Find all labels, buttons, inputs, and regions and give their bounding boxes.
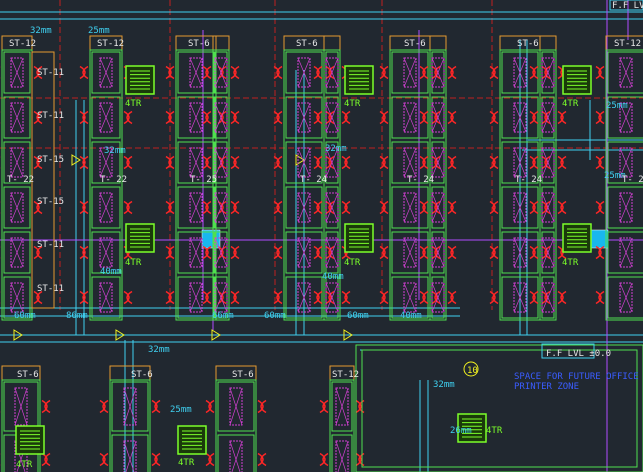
circle-tag-text: 10	[467, 366, 478, 376]
ac-tag: 4TR	[344, 99, 361, 109]
block-tag: ST-12	[9, 39, 36, 49]
duct-size-label: 60mm	[347, 311, 369, 321]
duct-size-label: 86mm	[66, 311, 88, 321]
table-tag: T- 22	[7, 175, 34, 185]
duct-size-label: 66mm	[212, 311, 234, 321]
hvac-floor-plan: 32mm 25mm 32mm 40mm 32mm 40mm 60mm 86mm …	[0, 0, 643, 472]
table-tag: T- 24	[407, 175, 434, 185]
diffuser-icon	[589, 229, 609, 249]
ac-tag: 4TR	[344, 258, 361, 268]
block-tag: ST-6	[296, 39, 318, 49]
duct-size-label: 32mm	[325, 144, 347, 154]
duct-size-label: 25mm	[170, 405, 192, 415]
duct-size-label: 40mm	[100, 267, 122, 277]
duct-size-label: 60mm	[14, 311, 36, 321]
duct-size-label: 32mm	[30, 26, 52, 36]
table-tag: T- 24	[300, 175, 327, 185]
duct-size-label: 32mm	[433, 380, 455, 390]
room-note: PRINTER ZONE	[514, 382, 579, 392]
ac-unit-icon	[562, 223, 592, 253]
ac-unit-icon	[125, 65, 155, 95]
ac-unit-icon	[344, 65, 374, 95]
room-note: SPACE FOR FUTURE OFFICE	[514, 372, 639, 382]
block-tag: ST-6	[17, 370, 39, 380]
block-tag: ST-6	[517, 39, 539, 49]
block-tag: ST-6	[188, 39, 210, 49]
ac-frame	[344, 65, 374, 95]
ac-tag: 4TR	[562, 258, 579, 268]
ac-frame	[125, 223, 155, 253]
block-tag: ST-6	[131, 370, 153, 380]
side-tag: ST-11	[37, 68, 64, 78]
ac-tag: 4TR	[125, 258, 142, 268]
block-tag: ST-6	[404, 39, 426, 49]
duct-size-label: 60mm	[264, 311, 286, 321]
duct-size-label: 25mm	[606, 101, 628, 111]
duct-size-label: 32mm	[148, 345, 170, 355]
side-tag: ST-11	[37, 111, 64, 121]
ac-unit-icon	[177, 425, 207, 455]
ac-frame	[15, 425, 45, 455]
table-tag: T- 2	[622, 175, 643, 185]
block-tag: ST-12	[332, 370, 359, 380]
ac-tag: 4TR	[486, 426, 503, 436]
ac-tag: 4TR	[562, 99, 579, 109]
ac-unit-icon	[15, 425, 45, 455]
ac-frame	[344, 223, 374, 253]
ac-frame	[562, 223, 592, 253]
ac-frame	[562, 65, 592, 95]
ac-unit-icon	[344, 223, 374, 253]
block-tag: ST-6	[232, 370, 254, 380]
side-tag: ST-11	[37, 284, 64, 294]
block-tag: ST-12	[97, 39, 124, 49]
duct-size-label: 26mm	[450, 426, 472, 436]
duct-size-label: 40mm	[322, 272, 344, 282]
table-tag: T- 24	[515, 175, 542, 185]
diffuser-icon	[201, 229, 221, 249]
side-tag: ST-11	[37, 240, 64, 250]
ac-unit-icon	[125, 223, 155, 253]
ac-tag: 4TR	[16, 460, 33, 470]
block-tag: ST-12	[614, 39, 641, 49]
table-tag: T- 22	[100, 175, 127, 185]
duct-size-label: 25mm	[88, 26, 110, 36]
table-tag: T- 25	[190, 175, 217, 185]
duct-size-label: 40mm	[400, 311, 422, 321]
side-tag: ST-15	[37, 197, 64, 207]
ac-frame	[177, 425, 207, 455]
ac-frame	[125, 65, 155, 95]
level-label-top: F.F LVL	[612, 1, 643, 11]
level-label: F.F LVL ±0.0	[546, 349, 611, 359]
ac-unit-icon	[562, 65, 592, 95]
ac-tag: 4TR	[178, 458, 195, 468]
ac-tag: 4TR	[125, 99, 142, 109]
duct-size-label: 32mm	[104, 146, 126, 156]
cad-drawing-canvas[interactable]: { "drawing": { "colors": { "background":…	[0, 0, 643, 472]
side-tag: ST-15	[37, 155, 64, 165]
